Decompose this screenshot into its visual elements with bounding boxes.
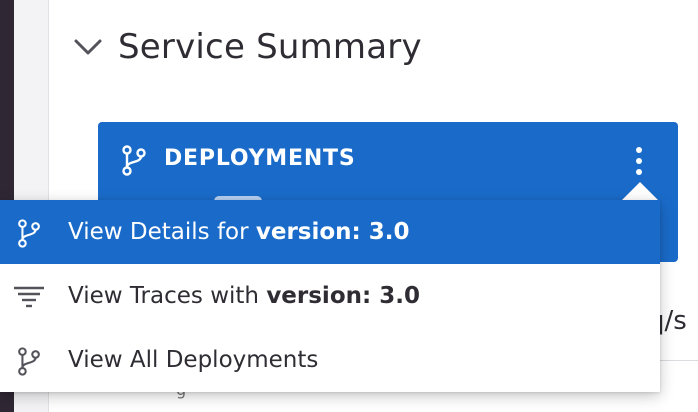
service-summary-header[interactable]: Service Summary (72, 22, 422, 72)
menu-item-view-traces[interactable]: View Traces with version: 3.0 (0, 264, 660, 328)
deployments-context-menu: View Details for version: 3.0 View Trace… (0, 200, 660, 392)
menu-item-label: View Traces with version: 3.0 (68, 283, 420, 309)
section-title: Service Summary (118, 27, 422, 67)
menu-item-view-details[interactable]: View Details for version: 3.0 (0, 200, 660, 264)
kebab-menu-icon[interactable] (628, 144, 650, 178)
card-title: DEPLOYMENTS (164, 146, 356, 171)
git-branch-icon (120, 144, 148, 180)
chevron-down-icon[interactable] (72, 31, 104, 63)
menu-item-label: View All Deployments (68, 347, 319, 373)
menu-item-label: View Details for version: 3.0 (68, 219, 410, 245)
traces-filter-icon (14, 282, 44, 312)
git-branch-icon (14, 218, 44, 248)
menu-pointer (622, 182, 658, 200)
git-branch-icon (14, 346, 44, 376)
menu-item-view-all-deployments[interactable]: View All Deployments (0, 328, 660, 392)
